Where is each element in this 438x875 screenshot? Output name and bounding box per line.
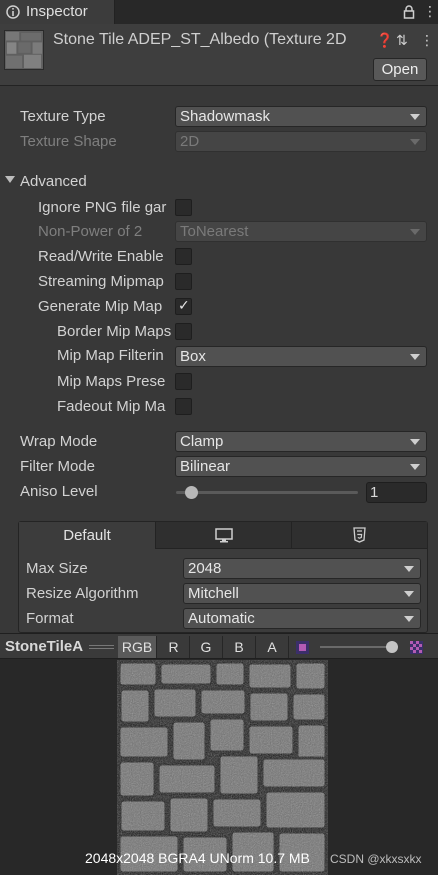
chevron-down-icon <box>404 566 414 572</box>
aniso-slider-track[interactable] <box>176 491 358 494</box>
inspector-header: Stone Tile ADEP_ST_Albedo (Texture 2D ❓ … <box>0 24 438 86</box>
platform-settings-panel: Default Max Size 2048 Resize Algorithm M… <box>18 521 428 633</box>
monitor-icon <box>215 528 233 543</box>
texture-preview-panel: StoneTileA RGB R G B A 2048x2048 BGRA4 U… <box>0 633 438 875</box>
streaming-mip-label: Streaming Mipmap <box>38 273 164 290</box>
ignore-png-checkbox[interactable] <box>175 199 192 216</box>
preset-icon[interactable]: ⇅ <box>396 32 408 49</box>
fadeout-mip-checkbox[interactable] <box>175 398 192 415</box>
texture-type-label: Texture Type <box>20 108 106 125</box>
texture-thumbnail <box>4 30 44 70</box>
format-label: Format <box>26 610 74 627</box>
border-mip-label: Border Mip Maps <box>57 323 172 340</box>
resize-algorithm-label: Resize Algorithm <box>26 585 139 602</box>
texture-shape-value: 2D <box>180 133 200 150</box>
channel-b-button[interactable]: B <box>223 636 256 658</box>
channel-a-button[interactable]: A <box>256 636 289 658</box>
stone-texture-preview <box>117 660 328 875</box>
wrap-mode-dropdown[interactable]: Clamp <box>175 431 427 452</box>
mip-level-slider-track[interactable] <box>320 646 395 648</box>
filter-mode-value: Bilinear <box>180 458 231 475</box>
lock-icon[interactable] <box>403 5 415 19</box>
generate-mip-checkbox[interactable]: ✓ <box>175 297 192 315</box>
channel-rgb-button[interactable]: RGB <box>118 636 157 658</box>
npot-dropdown: ToNearest <box>175 221 427 242</box>
aniso-slider-handle[interactable] <box>185 486 198 499</box>
border-mip-checkbox[interactable] <box>175 323 192 340</box>
texture-shape-dropdown: 2D <box>175 131 427 152</box>
channel-g-button[interactable]: G <box>190 636 223 658</box>
format-dropdown[interactable]: Automatic <box>183 608 421 629</box>
tab-default-label: Default <box>63 527 111 544</box>
generate-mip-label: Generate Mip Map <box>38 298 163 315</box>
kebab-menu-icon[interactable]: ⋮ <box>420 32 434 49</box>
mip-filter-dropdown[interactable]: Box <box>175 346 427 367</box>
kebab-menu-icon[interactable]: ⋮ <box>423 3 437 20</box>
asset-title: Stone Tile ADEP_ST_Albedo (Texture 2D <box>53 31 347 48</box>
texture-shape-label: Texture Shape <box>20 133 117 150</box>
chevron-down-icon <box>404 616 414 622</box>
max-size-label: Max Size <box>26 560 88 577</box>
mip-filter-label: Mip Map Filterin <box>57 347 164 364</box>
chevron-down-icon <box>410 464 420 470</box>
tab-bar: Inspector ⋮ <box>0 0 438 24</box>
wrap-mode-label: Wrap Mode <box>20 433 98 450</box>
texture-type-value: Shadowmask <box>180 108 271 125</box>
max-size-dropdown[interactable]: 2048 <box>183 558 421 579</box>
html5-icon <box>353 527 366 543</box>
chevron-down-icon <box>410 229 420 235</box>
channel-r-button[interactable]: R <box>158 636 190 658</box>
tab-inspector[interactable]: Inspector <box>0 0 115 24</box>
advanced-foldout-arrow-icon[interactable] <box>5 176 15 183</box>
platform-tabs: Default <box>19 522 427 549</box>
npot-value: ToNearest <box>180 223 249 240</box>
resize-grip-icon[interactable] <box>89 645 114 649</box>
mip-preserve-checkbox[interactable] <box>175 373 192 390</box>
resize-algorithm-value: Mitchell <box>188 585 239 602</box>
tab-webgl[interactable] <box>292 522 427 549</box>
aniso-level-label: Aniso Level <box>20 483 98 500</box>
chevron-down-icon <box>410 139 420 145</box>
npot-label: Non-Power of 2 <box>38 223 143 240</box>
texture-type-dropdown[interactable]: Shadowmask <box>175 106 427 127</box>
mip-small-icon <box>296 641 309 654</box>
watermark-text: CSDN @xkxsxkx <box>330 852 422 866</box>
resize-algorithm-dropdown[interactable]: Mitchell <box>183 583 421 604</box>
wrap-mode-value: Clamp <box>180 433 224 450</box>
mip-level-slider-handle[interactable] <box>386 641 398 653</box>
max-size-value: 2048 <box>188 560 222 577</box>
mip-large-icon <box>410 641 423 654</box>
tab-default[interactable]: Default <box>19 522 156 549</box>
advanced-foldout-label[interactable]: Advanced <box>20 173 87 190</box>
mip-filter-value: Box <box>180 348 206 365</box>
info-icon <box>6 5 20 19</box>
help-icon[interactable]: ❓ <box>376 32 393 49</box>
chevron-down-icon <box>410 439 420 445</box>
aniso-level-input[interactable]: 1 <box>366 482 427 503</box>
chevron-down-icon <box>404 591 414 597</box>
check-icon: ✓ <box>178 297 190 313</box>
preview-toolbar: StoneTileA RGB R G B A <box>0 633 438 659</box>
tab-standalone[interactable] <box>156 522 292 549</box>
texture-info-text: 2048x2048 BGRA4 UNorm 10.7 MB <box>85 850 310 866</box>
chevron-down-icon <box>410 354 420 360</box>
ignore-png-label: Ignore PNG file gar <box>38 199 167 216</box>
open-button[interactable]: Open <box>373 58 427 81</box>
mip-preserve-label: Mip Maps Prese <box>57 373 166 390</box>
read-write-checkbox[interactable] <box>175 248 192 265</box>
filter-mode-dropdown[interactable]: Bilinear <box>175 456 427 477</box>
tab-inspector-label: Inspector <box>26 3 88 20</box>
preview-asset-name: StoneTileA <box>5 638 84 655</box>
streaming-mip-checkbox[interactable] <box>175 273 192 290</box>
read-write-label: Read/Write Enable <box>38 248 164 265</box>
format-value: Automatic <box>188 610 255 627</box>
filter-mode-label: Filter Mode <box>20 458 96 475</box>
chevron-down-icon <box>410 114 420 120</box>
fadeout-mip-label: Fadeout Mip Ma <box>57 398 166 415</box>
